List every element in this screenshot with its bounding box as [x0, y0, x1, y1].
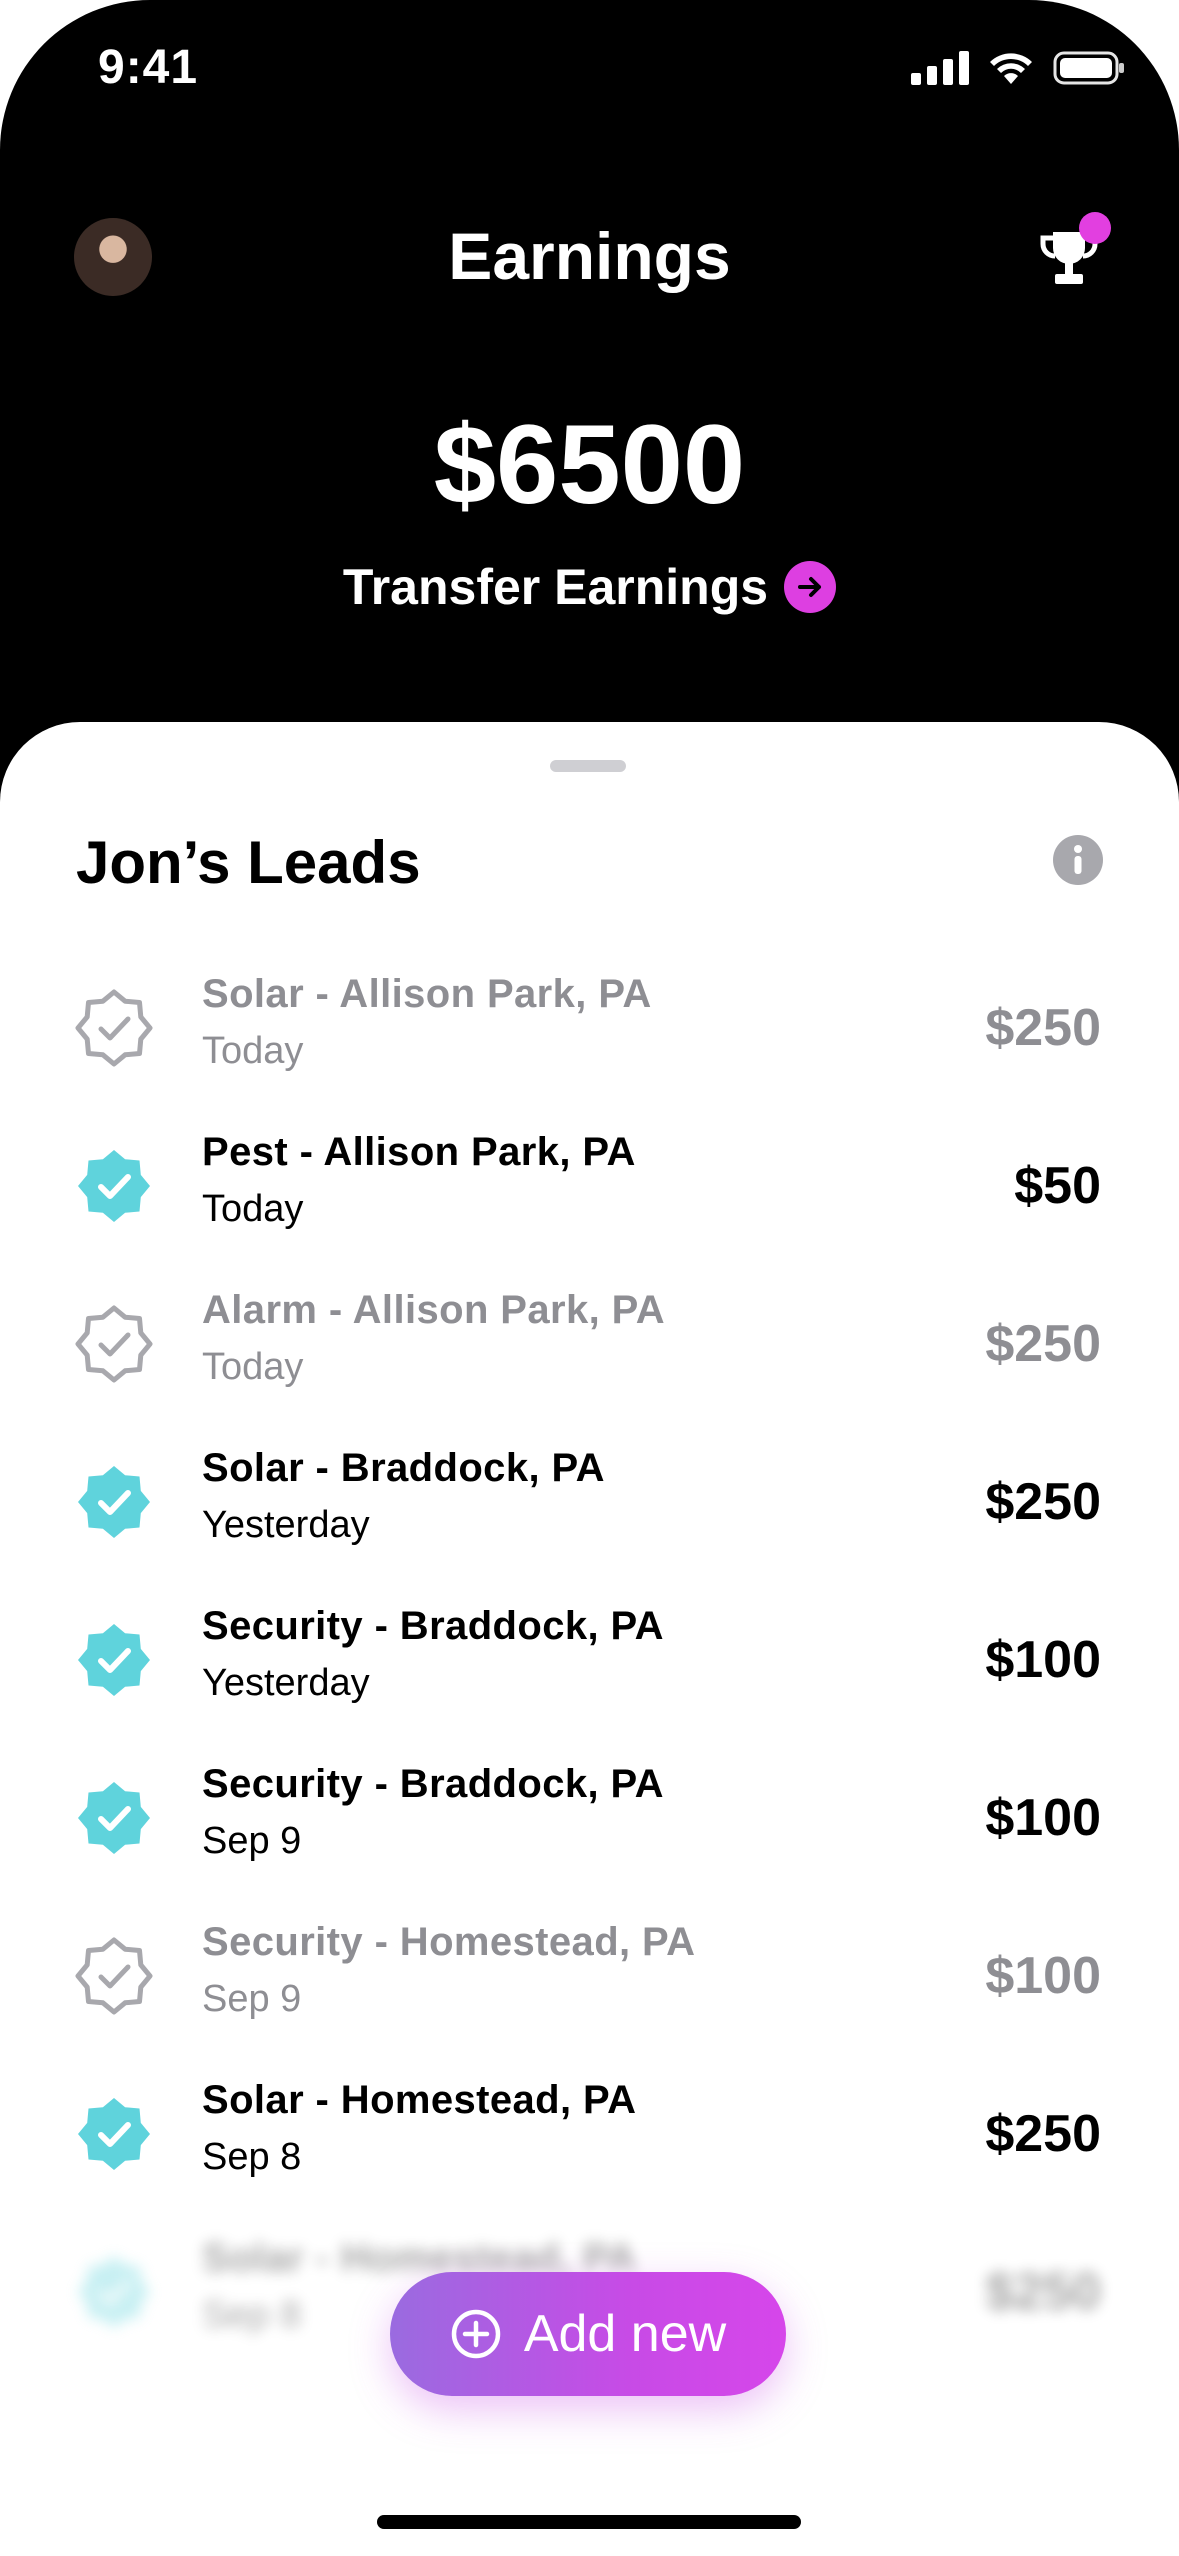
lead-amount: $100 — [985, 1947, 1101, 2005]
lead-row[interactable]: Alarm - Allison Park, PA Today $250 — [0, 1268, 1179, 1426]
lead-row[interactable]: Security - Braddock, PA Sep 9 $100 — [0, 1742, 1179, 1900]
home-indicator — [377, 2515, 801, 2529]
lead-row[interactable]: Solar - Braddock, PA Yesterday $250 — [0, 1426, 1179, 1584]
lead-date: Sep 9 — [202, 1820, 302, 1862]
lead-date: Sep 8 — [202, 2136, 302, 2178]
lead-amount: $250 — [985, 2263, 1101, 2321]
status-time: 9:41 — [98, 41, 199, 94]
lead-amount: $250 — [985, 2105, 1101, 2163]
lead-name: Security - Homestead, PA — [202, 1920, 696, 1964]
verified-badge-icon — [78, 1624, 150, 1696]
page-title: Earnings — [448, 219, 731, 293]
lead-date: Today — [202, 1346, 304, 1388]
lead-row[interactable]: Solar - Homestead, PA Sep 8 $250 — [0, 2058, 1179, 2216]
lead-amount: $50 — [1014, 1157, 1101, 1215]
battery-icon — [1053, 51, 1124, 85]
lead-date: Yesterday — [202, 1504, 370, 1546]
lead-row[interactable]: Security - Braddock, PA Yesterday $100 — [0, 1584, 1179, 1742]
lead-date: Today — [202, 1030, 304, 1072]
lead-date: Sep 9 — [202, 1978, 302, 2020]
add-new-button[interactable]: Add new — [390, 2272, 786, 2396]
cellular-signal-icon — [911, 51, 969, 85]
lead-amount: $250 — [985, 999, 1101, 1057]
lead-name: Solar - Allison Park, PA — [202, 972, 652, 1016]
lead-date: Today — [202, 1188, 304, 1230]
lead-date: Yesterday — [202, 1662, 370, 1704]
verified-badge-icon — [78, 1150, 150, 1222]
verified-badge-icon — [78, 1466, 150, 1538]
plus-circle-icon — [451, 2309, 501, 2359]
lead-row[interactable]: Pest - Allison Park, PA Today $50 — [0, 1110, 1179, 1268]
transfer-earnings-link[interactable]: Transfer Earnings — [0, 558, 1179, 616]
verified-badge-icon — [78, 1782, 150, 1854]
lead-amount: $100 — [985, 1631, 1101, 1689]
lead-amount: $250 — [985, 1473, 1101, 1531]
arrow-right-circle-icon — [784, 561, 837, 613]
lead-name: Alarm - Allison Park, PA — [202, 1288, 666, 1332]
lead-name: Solar - Braddock, PA — [202, 1446, 605, 1490]
lead-name: Solar - Homestead, PA — [202, 2078, 637, 2122]
lead-amount: $100 — [985, 1789, 1101, 1847]
earnings-screen: 9:41 Earnings $6500 Transfer Earnings Jo… — [0, 0, 1179, 2556]
lead-name: Pest - Allison Park, PA — [202, 1130, 636, 1174]
notification-dot — [1079, 212, 1111, 244]
lead-amount: $250 — [985, 1315, 1101, 1373]
unverified-badge-icon — [75, 1937, 153, 2015]
verified-badge-icon — [78, 2256, 150, 2328]
lead-date: Sep 8 — [202, 2294, 302, 2336]
lead-row[interactable]: Solar - Allison Park, PA Today $250 — [0, 952, 1179, 1110]
leads-title: Jon’s Leads — [76, 829, 421, 896]
add-new-label: Add new — [523, 2305, 727, 2363]
lead-row[interactable]: Security - Homestead, PA Sep 9 $100 — [0, 1900, 1179, 2058]
lead-name: Security - Braddock, PA — [202, 1604, 664, 1648]
sheet-grabber[interactable] — [550, 760, 626, 772]
verified-badge-icon — [78, 2098, 150, 2170]
info-icon[interactable] — [1053, 835, 1103, 885]
unverified-badge-icon — [75, 1305, 153, 1383]
leads-list: Solar - Allison Park, PA Today $250 Pest… — [0, 952, 1179, 2374]
transfer-earnings-label: Transfer Earnings — [342, 559, 769, 615]
unverified-badge-icon — [75, 989, 153, 1067]
lead-name: Security - Braddock, PA — [202, 1762, 664, 1806]
wifi-icon — [990, 53, 1032, 84]
earnings-balance: $6500 — [433, 402, 746, 527]
status-icons — [911, 50, 1125, 86]
